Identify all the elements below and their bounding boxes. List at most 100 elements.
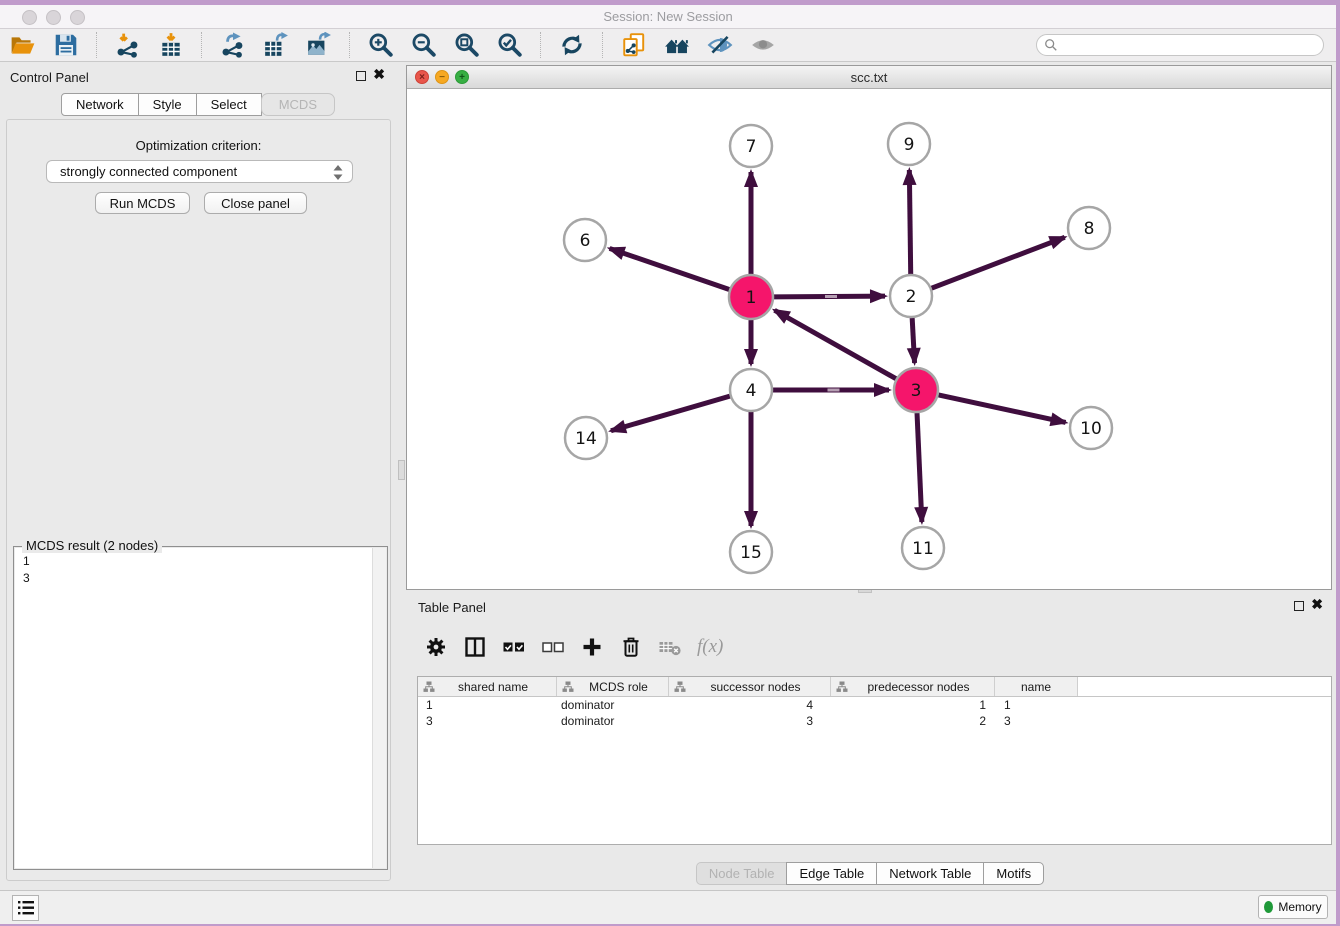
table-cell: dominator bbox=[557, 697, 669, 713]
show-eye-icon[interactable] bbox=[750, 32, 776, 58]
graph-node-label-8: 8 bbox=[1084, 219, 1095, 239]
homes-icon[interactable] bbox=[664, 32, 690, 58]
network-graph: 1234678910111415 bbox=[407, 89, 1331, 589]
graph-edge-3-11[interactable] bbox=[917, 413, 922, 522]
toolbar-separator bbox=[201, 32, 203, 58]
export-network-icon[interactable] bbox=[220, 32, 246, 58]
memory-button[interactable]: Memory bbox=[1258, 895, 1328, 919]
table-options-gear-icon[interactable] bbox=[424, 635, 448, 659]
workspace: Control Panel ✖ NetworkStyleSelectMCDS O… bbox=[0, 62, 1336, 890]
table-tab-edge-table[interactable]: Edge Table bbox=[786, 862, 877, 885]
control-tab-style[interactable]: Style bbox=[138, 93, 197, 116]
graph-node-label-15: 15 bbox=[740, 543, 762, 563]
float-panel-icon[interactable] bbox=[356, 71, 366, 81]
delete-column-icon[interactable] bbox=[619, 635, 643, 659]
close-panel-button[interactable]: Close panel bbox=[204, 192, 307, 214]
mac-titlebar: Session: New Session bbox=[0, 5, 1336, 29]
task-history-button[interactable] bbox=[12, 895, 39, 921]
float-table-panel-icon[interactable] bbox=[1294, 601, 1304, 611]
network-view-window: × − + scc.txt 1234678910111415 bbox=[406, 65, 1332, 590]
run-mcds-button[interactable]: Run MCDS bbox=[95, 192, 190, 214]
table-panel: Table Panel ✖ f(x) shared nameMCDS roles… bbox=[406, 595, 1335, 888]
refresh-icon[interactable] bbox=[559, 32, 585, 58]
table-row[interactable]: 3dominator323 bbox=[418, 713, 1331, 729]
import-table-icon[interactable] bbox=[158, 32, 184, 58]
optimization-criterion-label: Optimization criterion: bbox=[7, 138, 390, 153]
toolbar-separator bbox=[540, 32, 542, 58]
zoom-selected-icon[interactable] bbox=[497, 32, 523, 58]
control-tab-mcds[interactable]: MCDS bbox=[261, 93, 335, 116]
select-all-columns-icon[interactable] bbox=[502, 635, 526, 659]
graph-node-label-1: 1 bbox=[746, 288, 757, 308]
delete-table-icon[interactable] bbox=[658, 635, 682, 659]
toggle-column-panel-icon[interactable] bbox=[463, 635, 487, 659]
column-header-label: shared name bbox=[435, 680, 556, 694]
close-panel-icon[interactable]: ✖ bbox=[373, 66, 385, 83]
column-hierarchy-icon bbox=[562, 681, 574, 693]
deselect-all-columns-icon[interactable] bbox=[541, 635, 565, 659]
zoom-out-icon[interactable] bbox=[411, 32, 437, 58]
export-table-icon[interactable] bbox=[263, 32, 289, 58]
toolbar-separator bbox=[96, 32, 98, 58]
column-header-label: name bbox=[1000, 680, 1077, 694]
export-image-icon[interactable] bbox=[306, 32, 332, 58]
graph-node-label-14: 14 bbox=[575, 429, 597, 449]
table-panel-tabs: Node TableEdge TableNetwork TableMotifs bbox=[406, 862, 1335, 885]
graph-node-label-9: 9 bbox=[904, 135, 915, 155]
graph-edge-3-10[interactable] bbox=[938, 395, 1065, 423]
table-header-row: shared name MCDS rolesuccessor nodesprede… bbox=[418, 677, 1331, 697]
status-bar: Memory bbox=[0, 890, 1336, 924]
search-input[interactable] bbox=[1036, 34, 1324, 56]
close-table-panel-icon[interactable]: ✖ bbox=[1311, 596, 1323, 613]
table-cell: 3 bbox=[995, 713, 1078, 729]
copy-style-icon[interactable] bbox=[621, 32, 647, 58]
network-canvas[interactable]: 1234678910111415 bbox=[407, 89, 1331, 589]
control-panel: Control Panel ✖ NetworkStyleSelectMCDS O… bbox=[0, 65, 397, 888]
function-builder-icon[interactable]: f(x) bbox=[697, 635, 723, 659]
column-header-shared-name[interactable]: shared name bbox=[418, 677, 557, 696]
graph-edge-1-6[interactable] bbox=[610, 248, 730, 289]
import-network-icon[interactable] bbox=[115, 32, 141, 58]
create-column-icon[interactable] bbox=[580, 635, 604, 659]
table-cell: 4 bbox=[669, 697, 831, 713]
zoom-in-icon[interactable] bbox=[368, 32, 394, 58]
criterion-dropdown[interactable]: strongly connected component bbox=[46, 160, 353, 183]
result-scrollbar[interactable] bbox=[372, 548, 386, 868]
memory-status-dot bbox=[1264, 901, 1273, 913]
graph-node-label-2: 2 bbox=[906, 287, 917, 307]
graph-edge-2-9[interactable] bbox=[909, 170, 910, 274]
column-header-successor-nodes[interactable]: successor nodes bbox=[669, 677, 831, 696]
toolbar-separator bbox=[349, 32, 351, 58]
open-session-icon[interactable] bbox=[10, 32, 36, 58]
mcds-result-area[interactable]: 1 3 bbox=[15, 548, 386, 868]
zoom-fit-icon[interactable] bbox=[454, 32, 480, 58]
save-session-icon[interactable] bbox=[53, 32, 79, 58]
column-header-name[interactable]: name bbox=[995, 677, 1078, 696]
column-header-label: MCDS role bbox=[574, 680, 668, 694]
vertical-splitter-handle[interactable] bbox=[398, 460, 405, 480]
graph-edge-2-3[interactable] bbox=[912, 318, 914, 363]
session-title: Session: New Session bbox=[0, 9, 1336, 24]
table-tab-network-table[interactable]: Network Table bbox=[876, 862, 984, 885]
graph-node-label-3: 3 bbox=[911, 381, 922, 401]
table-row[interactable]: 1dominator411 bbox=[418, 697, 1331, 713]
control-tab-select[interactable]: Select bbox=[196, 93, 262, 116]
table-tab-motifs[interactable]: Motifs bbox=[983, 862, 1044, 885]
graph-edge-2-8[interactable] bbox=[932, 237, 1065, 288]
network-window-title: scc.txt bbox=[407, 70, 1331, 85]
graph-edge-4-14[interactable] bbox=[611, 396, 730, 431]
control-panel-tabs: NetworkStyleSelectMCDS bbox=[0, 93, 397, 116]
graph-edge-3-1[interactable] bbox=[775, 310, 896, 378]
dropdown-stepper-icon bbox=[333, 165, 343, 180]
list-icon bbox=[18, 901, 34, 915]
hide-network-eye-icon[interactable] bbox=[707, 32, 733, 58]
column-header-predecessor-nodes[interactable]: predecessor nodes bbox=[831, 677, 995, 696]
control-tab-network[interactable]: Network bbox=[61, 93, 139, 116]
table-cell: 1 bbox=[418, 697, 557, 713]
graph-node-label-10: 10 bbox=[1080, 419, 1102, 439]
column-header-MCDS-role[interactable]: MCDS role bbox=[557, 677, 669, 696]
table-cell: 2 bbox=[831, 713, 995, 729]
mcds-result-title: MCDS result (2 nodes) bbox=[22, 538, 162, 553]
table-tab-node-table[interactable]: Node Table bbox=[696, 862, 788, 885]
table-cell: 1 bbox=[995, 697, 1078, 713]
